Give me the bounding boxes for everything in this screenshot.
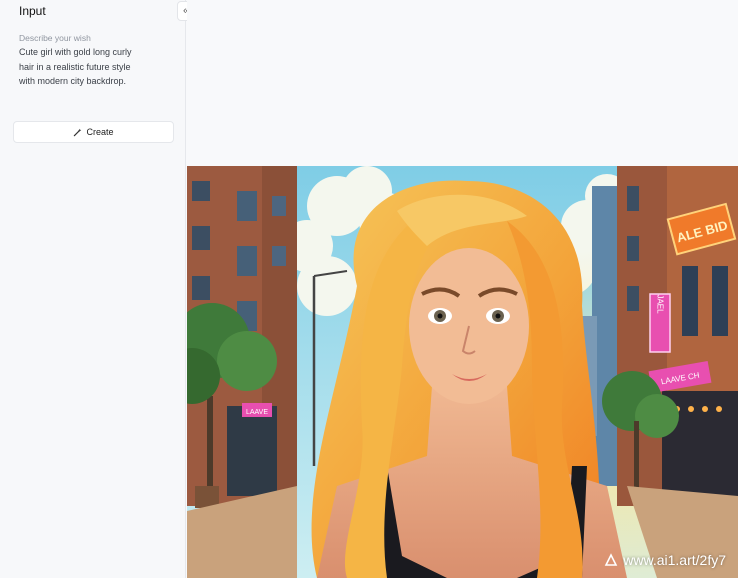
neon-sign-vertical-text: JAEL bbox=[656, 294, 665, 314]
result-area: LAAVE ALE BID JAEL LAAVE CH www.ai1.art/… bbox=[187, 0, 738, 578]
create-button[interactable]: Create bbox=[13, 121, 174, 143]
magic-wand-icon bbox=[74, 128, 82, 136]
create-button-label: Create bbox=[86, 127, 114, 137]
input-sidebar: Input « Describe your wish Cute girl wit… bbox=[0, 0, 195, 578]
prompt-textarea[interactable]: Cute girl with gold long curly hair in a… bbox=[19, 45, 139, 89]
prompt-label: Describe your wish bbox=[19, 33, 91, 43]
watermark: www.ai1.art/2fy7 bbox=[604, 552, 726, 568]
watermark-text: www.ai1.art/2fy7 bbox=[623, 552, 726, 568]
neon-sign-left-text: LAAVE bbox=[246, 409, 268, 416]
watermark-logo-icon bbox=[604, 553, 618, 566]
panel-title: Input bbox=[19, 4, 46, 18]
generated-artwork: LAAVE ALE BID JAEL LAAVE CH bbox=[187, 166, 738, 578]
generated-image[interactable]: LAAVE ALE BID JAEL LAAVE CH www.ai1.art/… bbox=[187, 166, 738, 578]
